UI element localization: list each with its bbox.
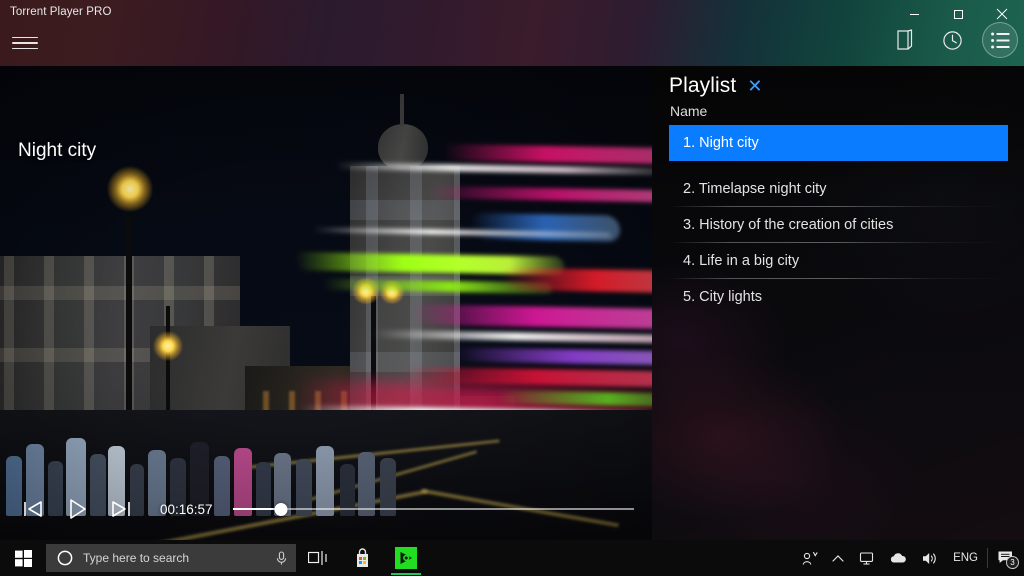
page-flip-icon[interactable] [886,22,922,58]
playlist-spacer [669,161,1008,171]
previous-button[interactable] [18,494,48,524]
player-app-tile [395,547,417,569]
streak-white-3 [372,330,652,344]
language-indicator[interactable]: ENG [946,540,985,576]
task-view-icon[interactable] [296,540,340,576]
playlist-header: Playlist ✕ [669,74,1008,98]
volume-icon[interactable] [914,540,946,576]
playlist-panel: Playlist ✕ Name 1. Night city 2. Timelap… [652,66,1024,540]
video-title: Night city [18,140,96,162]
tray-separator [987,548,988,568]
playlist-items: 1. Night city 2. Timelapse night city 3.… [669,125,1008,314]
header-icon-group [886,22,1018,58]
hamburger-line [12,42,38,44]
streak-pink-1 [442,144,652,164]
playlist-title: Playlist [669,74,736,98]
playlist-item-2[interactable]: 2. Timelapse night city [669,171,1008,206]
play-button[interactable] [62,494,92,524]
torrent-player-icon[interactable] [384,540,428,576]
playlist-close-icon[interactable]: ✕ [747,77,762,95]
hamburger-line [12,37,38,39]
start-button[interactable] [0,540,46,576]
streak-purple-1 [454,347,652,365]
video-surface[interactable]: Night city 00:16:57 [0,66,652,540]
app-title: Torrent Player PRO [10,6,112,18]
slider-track [233,508,634,510]
hamburger-menu-icon[interactable] [8,32,42,54]
streak-magenta-1 [427,186,652,203]
playlist-item-3[interactable]: 3. History of the creation of cities [669,207,1008,242]
current-time: 00:16:57 [160,502,213,517]
streak-magenta-2 [409,304,652,329]
video-frame [0,66,652,540]
lamp-glow-second [153,331,183,361]
playlist-content: Playlist ✕ Name 1. Night city 2. Timelap… [652,66,1024,314]
streak-blue-1 [469,213,621,242]
streak-red-2 [401,367,652,388]
microsoft-store-icon[interactable] [340,540,384,576]
playlist-column-header: Name [670,103,1008,119]
clock-history-icon[interactable] [934,22,970,58]
streak-white-top [335,162,652,175]
search-placeholder: Type here to search [83,551,265,565]
chevron-up-icon[interactable] [825,540,851,576]
notification-badge: 3 [1006,556,1019,569]
action-center-icon[interactable]: 3 [990,540,1022,576]
playlist-item-4[interactable]: 4. Life in a big city [669,243,1008,278]
system-tray: ENG 3 [795,540,1024,576]
people-icon[interactable] [795,540,825,576]
next-button[interactable] [106,494,136,524]
playlist-item-1[interactable]: 1. Night city [669,125,1008,161]
lamp-glow-main [107,166,153,212]
playlist-item-5[interactable]: 5. City lights [669,279,1008,314]
hamburger-line [12,48,38,50]
windows-taskbar: Type here to search [0,540,1024,576]
onedrive-cloud-icon[interactable] [882,540,914,576]
app-window: Torrent Player PRO [0,0,1024,576]
microphone-icon [275,551,288,566]
progress-slider[interactable] [233,499,634,519]
streak-green-3 [498,390,652,407]
title-bar: Torrent Player PRO [0,0,1024,66]
network-icon[interactable] [851,540,882,576]
cortana-circle-icon [57,550,73,566]
streak-red-1 [500,268,652,294]
search-input[interactable]: Type here to search [46,544,296,572]
playlist-list-icon[interactable] [982,22,1018,58]
playback-controls: 00:16:57 [0,478,652,540]
slider-thumb[interactable] [274,503,287,516]
